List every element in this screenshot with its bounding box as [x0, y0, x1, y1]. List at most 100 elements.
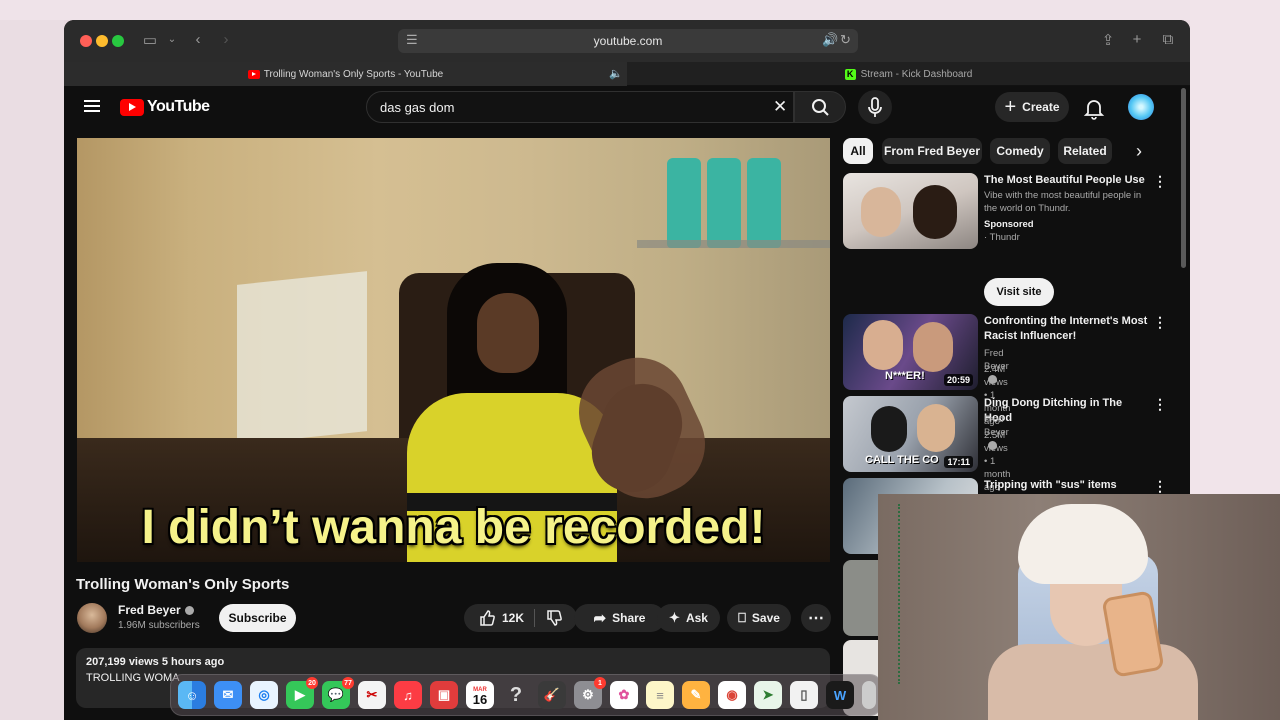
more-options-icon[interactable]: ⋮ [1153, 396, 1167, 413]
more-options-icon[interactable]: ⋮ [1153, 314, 1167, 331]
share-button[interactable]: ➦ Share [574, 604, 665, 632]
search-button[interactable] [794, 91, 846, 123]
more-options-icon[interactable]: ⋮ [1153, 478, 1167, 495]
thumbnail-text: CALL THE CO [865, 454, 939, 466]
notification-badge: 20 [306, 677, 318, 689]
clear-search-icon[interactable]: ✕ [773, 97, 787, 117]
ad-thumbnail[interactable] [843, 173, 978, 249]
webcam-hat [1018, 504, 1148, 584]
tab-youtube[interactable]: Trolling Woman's Only Sports - YouTube 🔈 [64, 62, 627, 86]
video-scene-bottle [707, 158, 741, 248]
rec-title[interactable]: The Most Beautiful People Use [984, 173, 1152, 188]
music-icon[interactable]: ♫ [394, 681, 422, 709]
scrollbar[interactable] [1181, 88, 1186, 268]
sponsored-label: Sponsored [984, 219, 1034, 230]
url-text: youtube.com [593, 34, 663, 48]
youtube-header: YouTube das gas dom ✕ + Create [64, 86, 1190, 138]
finder-icon[interactable]: ☺ [178, 681, 206, 709]
chevron-down-icon[interactable]: ⌄ [162, 34, 182, 45]
webcam-body [988, 644, 1198, 720]
ask-button[interactable]: ✦ Ask [657, 604, 720, 632]
video-duration: 20:59 [943, 374, 973, 386]
subscribe-button[interactable]: Subscribe [219, 604, 296, 632]
channel-name-text: Fred Beyer [118, 603, 181, 617]
rec-thumbnail[interactable]: CALL THE CO 17:11 [843, 396, 978, 472]
video-title: Trolling Woman's Only Sports [76, 576, 290, 593]
back-icon[interactable]: ‹ [188, 31, 208, 48]
chip-comedy[interactable]: Comedy [990, 138, 1050, 164]
audio-playing-icon[interactable]: 🔊 [822, 32, 838, 48]
notifications-button[interactable] [1083, 96, 1105, 125]
visit-site-button[interactable]: Visit site [984, 278, 1054, 306]
share-arrow-icon: ➦ [593, 610, 607, 627]
more-options-icon[interactable]: ⋮ [1153, 173, 1167, 190]
chrome-icon[interactable]: ◉ [718, 681, 746, 709]
like-icon[interactable] [478, 609, 496, 627]
voice-search-button[interactable] [858, 90, 892, 124]
forward-icon[interactable]: › [216, 31, 236, 48]
tab-label: Trolling Woman's Only Sports - YouTube [263, 68, 444, 80]
chevron-right-icon[interactable]: › [1136, 141, 1142, 162]
safari-icon[interactable]: ◎ [250, 681, 278, 709]
chip-related[interactable]: Related [1058, 138, 1112, 164]
facetime-icon[interactable]: ▶ 20 [286, 677, 318, 709]
ask-label: Ask [685, 611, 708, 625]
reload-icon[interactable]: ↻ [840, 32, 851, 48]
sidebar-toggle-icon[interactable]: ▭ [140, 31, 160, 49]
notes-icon[interactable]: ≡ [646, 681, 674, 709]
app-icon[interactable] [862, 681, 876, 709]
iphone-mirroring-icon[interactable]: ▯ [790, 681, 818, 709]
save-button[interactable]: ⎕ Save [727, 604, 791, 632]
photos-icon[interactable]: ✿ [610, 681, 638, 709]
search-query: das gas dom [380, 100, 455, 115]
sparkle-icon: ✦ [669, 610, 680, 625]
rec-title[interactable]: Ding Dong Ditching in The Hood [984, 396, 1152, 426]
app-icon[interactable]: ▣ [430, 681, 458, 709]
tab-overview-icon[interactable]: ⧉ [1158, 31, 1178, 48]
account-avatar[interactable] [1128, 94, 1154, 120]
speaker-icon[interactable]: 🔈 [609, 67, 623, 80]
dislike-icon[interactable] [545, 609, 563, 627]
channel-avatar[interactable] [77, 603, 107, 633]
search-input[interactable]: das gas dom ✕ [366, 91, 794, 123]
youtube-favicon-icon [247, 69, 260, 79]
channel-name[interactable]: Fred Beyer [118, 603, 194, 617]
menu-icon[interactable] [84, 100, 100, 112]
pages-icon[interactable]: ✎ [682, 681, 710, 709]
calendar-icon[interactable]: MAR 16 [466, 681, 494, 709]
rec-thumbnail[interactable]: N***ER! 20:59 [843, 314, 978, 390]
address-bar[interactable]: ☰ youtube.com 🔊 ↻ [398, 29, 858, 53]
close-window-button[interactable] [80, 35, 92, 47]
mail-icon[interactable]: ✉ [214, 681, 242, 709]
plus-icon: + [1004, 95, 1017, 118]
chip-all[interactable]: All [843, 138, 873, 164]
macos-dock: ☺ ✉ ◎ ▶ 20 💬 77 ✂ ♫ ▣ MAR 16 ? 🎸 ⚙ 1 ✿ ≡ ✎ … [170, 674, 882, 716]
guitar-icon[interactable]: 🎸 [538, 681, 566, 709]
system-settings-icon[interactable]: ⚙ 1 [574, 677, 606, 709]
video-scene-box [237, 271, 367, 445]
share-icon[interactable]: ⇪ [1098, 31, 1118, 49]
subscriber-count: 1.96M subscribers [118, 620, 200, 631]
calendar-day: 16 [472, 692, 488, 707]
like-count: 12K [501, 611, 524, 625]
minimize-window-button[interactable] [96, 35, 108, 47]
rec-title[interactable]: Confronting the Internet's Most Racist I… [984, 314, 1152, 344]
maps-icon[interactable]: ➤ [754, 681, 782, 709]
app-icon[interactable]: W [826, 681, 854, 709]
new-tab-icon[interactable]: + [1127, 31, 1147, 48]
video-player[interactable]: I didn’t wanna be recorded! [77, 138, 830, 562]
zoom-window-button[interactable] [112, 35, 124, 47]
youtube-logo[interactable]: YouTube [120, 98, 210, 116]
chip-from-fred-beyer[interactable]: From Fred Beyer [882, 138, 982, 164]
advertiser-name: Thundr [989, 232, 1020, 243]
messages-icon[interactable]: 💬 77 [322, 677, 354, 709]
thumbnail-text: N***ER! [885, 370, 925, 382]
app-icon[interactable]: ✂ [358, 681, 386, 709]
webcam-lights [898, 504, 948, 684]
create-button[interactable]: + Create [995, 92, 1069, 122]
bookmark-icon: ⎕ [738, 610, 746, 625]
help-icon[interactable]: ? [502, 681, 530, 709]
more-actions-button[interactable]: ⋯ [801, 604, 831, 632]
tab-kick[interactable]: K Stream - Kick Dashboard [627, 62, 1190, 86]
view-stats: 207,199 views 5 hours ago [86, 656, 225, 668]
